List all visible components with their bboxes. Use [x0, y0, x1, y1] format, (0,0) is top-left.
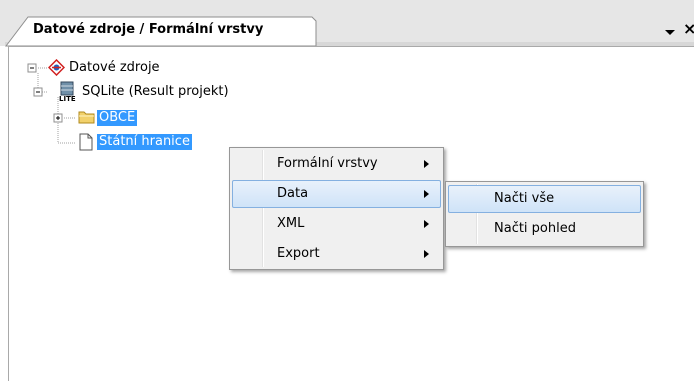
menu-item-export[interactable]: Export [232, 240, 441, 268]
context-menu: Formální vrstvy Data XML Export [229, 147, 444, 270]
sqlite-badge: LITE [59, 95, 76, 103]
menu-item-nacti-pohled[interactable]: Načti pohled [448, 215, 641, 243]
tree-node-statni-hranice[interactable]: Státní hranice [97, 134, 192, 150]
menu-item-label: Načti pohled [494, 221, 576, 236]
menu-item-label: Načti vše [494, 191, 555, 206]
menu-item-formalni-vrstvy[interactable]: Formální vrstvy [232, 150, 441, 178]
tree-node-root[interactable]: Datové zdroje [69, 60, 160, 76]
submenu-arrow-icon [424, 250, 429, 258]
submenu-arrow-icon [424, 220, 429, 228]
menu-item-label: Data [277, 186, 309, 201]
file-icon [79, 133, 93, 151]
submenu-arrow-icon [424, 160, 429, 168]
menu-item-data[interactable]: Data [232, 180, 441, 208]
datasource-icon [48, 59, 65, 76]
submenu-arrow-icon [424, 190, 429, 198]
menu-item-nacti-vse[interactable]: Načti vše [448, 185, 641, 213]
menu-item-label: Export [277, 246, 320, 261]
folder-icon [78, 111, 95, 124]
menu-item-label: Formální vrstvy [277, 156, 378, 171]
menu-item-xml[interactable]: XML [232, 210, 441, 238]
tree-node-database[interactable]: SQLite (Result projekt) [82, 84, 229, 100]
tree-node-obce[interactable]: OBCE [97, 110, 138, 126]
data-submenu: Načti vše Načti pohled [445, 181, 644, 247]
menu-item-label: XML [277, 216, 305, 231]
